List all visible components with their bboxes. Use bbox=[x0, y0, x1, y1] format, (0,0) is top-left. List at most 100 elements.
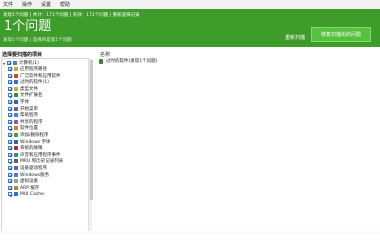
checkbox-icon[interactable] bbox=[8, 73, 12, 78]
tree-item-label: 虚拟设备 bbox=[20, 179, 38, 185]
checkbox-icon[interactable] bbox=[8, 166, 12, 170]
tree-item-label: MUI Cache bbox=[20, 191, 44, 197]
rescan-link[interactable]: 重新扫描 bbox=[285, 34, 305, 41]
category-icon bbox=[14, 159, 18, 164]
category-icon bbox=[14, 100, 18, 104]
fix-problems-button[interactable]: 修复扫描出的问题 bbox=[311, 27, 371, 42]
result-row-label: 过时的软件(发现1个问题) bbox=[106, 59, 158, 64]
category-icon bbox=[14, 172, 18, 177]
tree-item-label: 开始菜单 bbox=[20, 106, 38, 112]
checkbox-icon[interactable] bbox=[8, 133, 12, 137]
tree-item[interactable]: ARP 缓存 bbox=[8, 185, 39, 191]
selection-summary: 发现1个问题 | 选择的是第1个问题 bbox=[3, 38, 72, 43]
tree-item[interactable]: Windows服务 bbox=[8, 172, 49, 178]
tree-item[interactable]: 声音和应用程序事件 bbox=[8, 152, 61, 158]
tree-item-label: 应用程序路径 bbox=[20, 67, 47, 72]
tree-item[interactable]: Windows 字体 bbox=[8, 139, 51, 145]
checkbox-icon[interactable] bbox=[8, 119, 12, 124]
checkbox-icon[interactable] bbox=[8, 113, 12, 118]
tree-item[interactable]: MUI Cache bbox=[8, 191, 44, 197]
checkbox-icon[interactable] bbox=[8, 159, 12, 164]
computer-icon bbox=[13, 61, 17, 65]
tree-item-label: Windows服务 bbox=[20, 172, 50, 178]
menu-action[interactable]: 操作 bbox=[22, 1, 32, 8]
tree-item[interactable]: 系统的故障 bbox=[8, 145, 43, 151]
tree-item[interactable]: 字体 bbox=[8, 99, 29, 105]
menu-bar: 文件 操作 设置 帮助 bbox=[0, 0, 380, 9]
results-banner: 发现1个问题 | 共计：171个问题 | 有效：171个问题 | 重新选择记录 … bbox=[0, 9, 380, 47]
software-icon bbox=[99, 58, 103, 64]
tree-item-label: 过时的软件(1) bbox=[20, 80, 49, 86]
category-icon bbox=[14, 192, 18, 197]
category-icon bbox=[14, 126, 18, 131]
menu-help[interactable]: 帮助 bbox=[60, 1, 70, 8]
tree-item-label: 设备驱动程序 bbox=[20, 166, 47, 171]
tree-item-label: MRU 和历史记录列表 bbox=[20, 159, 64, 165]
category-icon bbox=[14, 73, 18, 78]
category-icon bbox=[14, 86, 18, 91]
category-icon bbox=[14, 139, 18, 144]
tree-item[interactable]: 帮助程序 bbox=[8, 112, 38, 118]
checkbox-icon[interactable] bbox=[8, 192, 12, 197]
tree-item[interactable]: 应用程序路径 bbox=[8, 66, 47, 72]
tree-item[interactable]: 虚拟设备 bbox=[8, 178, 38, 184]
tree-item-label: 字体 bbox=[20, 100, 29, 105]
category-icon bbox=[14, 67, 18, 71]
category-icon bbox=[14, 113, 18, 118]
tree-item-label: 广泛软件和应用软件 bbox=[20, 73, 61, 79]
category-icon bbox=[14, 166, 18, 170]
status-strip bbox=[0, 231, 380, 234]
category-icon bbox=[14, 152, 18, 157]
tree-item-label: 帮助程序 bbox=[20, 113, 38, 119]
menu-settings[interactable]: 设置 bbox=[41, 1, 51, 8]
checkbox-icon[interactable] bbox=[8, 152, 12, 157]
tree-item[interactable]: 软件位置 bbox=[8, 125, 38, 131]
tree-item-label: 类型文件 bbox=[20, 86, 38, 92]
category-icon bbox=[14, 93, 18, 98]
tree-item[interactable]: 文件扩展名 bbox=[8, 92, 43, 98]
tree-item-label: 文件扩展名 bbox=[20, 93, 43, 99]
tree-item[interactable]: 过时的软件(1) bbox=[8, 79, 49, 85]
category-icon bbox=[14, 185, 18, 190]
category-icon bbox=[14, 146, 18, 151]
tree-item-label: ARP 缓存 bbox=[20, 185, 40, 191]
checkbox-icon[interactable] bbox=[8, 172, 12, 177]
checkbox-icon[interactable] bbox=[8, 146, 12, 151]
category-icon bbox=[14, 133, 18, 137]
checkbox-icon[interactable] bbox=[8, 86, 12, 91]
checkbox-icon[interactable] bbox=[8, 106, 12, 111]
tree-item[interactable]: 设备驱动程序 bbox=[8, 165, 47, 171]
menu-file[interactable]: 文件 bbox=[3, 1, 13, 8]
result-row[interactable]: 过时的软件(发现1个问题) bbox=[99, 57, 157, 65]
checkbox-icon[interactable] bbox=[8, 100, 12, 104]
tree-item-label: 声音和应用程序事件 bbox=[20, 152, 61, 158]
scan-status-text: 发现1个问题 | 共计：171个问题 | 有效：171个问题 | 重新选择记录 bbox=[3, 13, 140, 18]
tree-item-label: 系统的故障 bbox=[20, 146, 43, 152]
category-icon bbox=[14, 80, 18, 85]
checkbox-icon[interactable] bbox=[8, 179, 12, 184]
checkbox-icon[interactable] bbox=[8, 139, 12, 144]
tree-item-label: 软件位置 bbox=[20, 126, 38, 132]
scan-items-tree[interactable]: ▾ 计算机(1) 应用程序路径 广泛软件和应用软件 过时的软件(1) 类型文件 文件扩展… bbox=[1, 58, 92, 234]
tree-item[interactable]: MRU 和历史记录列表 bbox=[8, 158, 63, 164]
checkbox-icon[interactable] bbox=[7, 61, 11, 65]
checkbox-icon[interactable] bbox=[8, 185, 12, 190]
tree-item[interactable]: 添加/删除程序 bbox=[8, 132, 49, 138]
category-icon bbox=[14, 106, 18, 111]
checkbox-icon[interactable] bbox=[8, 67, 12, 71]
tree-scrollbar[interactable] bbox=[88, 58, 93, 234]
tree-item-label: Windows 字体 bbox=[20, 139, 51, 145]
checkbox-icon[interactable] bbox=[8, 80, 12, 85]
tree-item-label: 共享的程序 bbox=[20, 119, 43, 125]
checkbox-icon[interactable] bbox=[8, 93, 12, 98]
scrollbar-thumb[interactable] bbox=[89, 60, 93, 200]
tree-item[interactable]: 广泛软件和应用软件 bbox=[8, 73, 61, 79]
scan-items-title: 选择要扫描的项目 bbox=[2, 52, 43, 58]
category-icon bbox=[14, 119, 18, 124]
category-icon bbox=[14, 179, 18, 184]
tree-item[interactable]: 类型文件 bbox=[8, 86, 38, 92]
checkbox-icon[interactable] bbox=[8, 126, 12, 131]
tree-item-label: 添加/删除程序 bbox=[20, 133, 49, 138]
tree-item[interactable]: 共享的程序 bbox=[8, 119, 43, 125]
tree-item[interactable]: 开始菜单 bbox=[8, 106, 38, 112]
